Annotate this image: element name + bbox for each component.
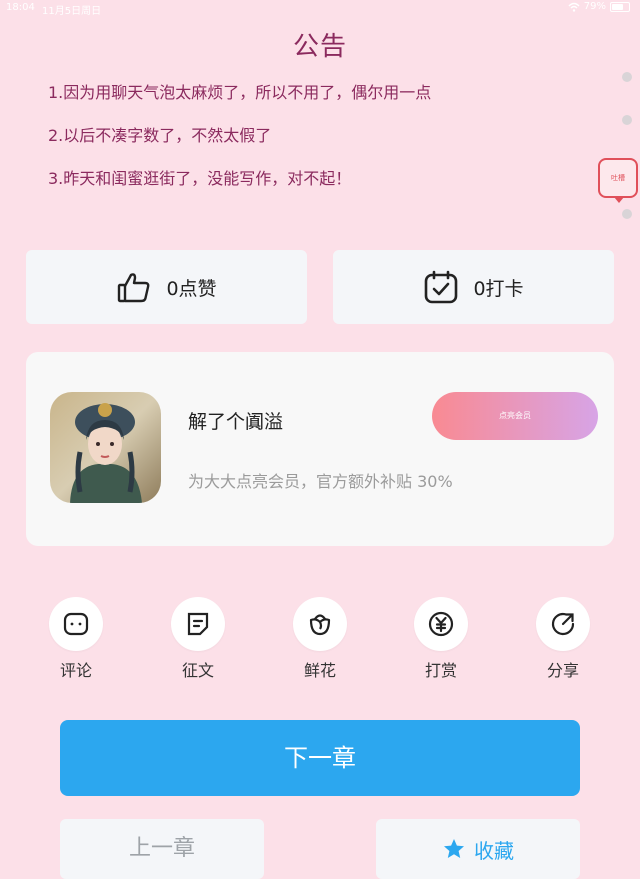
document-icon — [187, 612, 209, 636]
side-nav-dot[interactable] — [622, 115, 632, 125]
prev-chapter-button[interactable]: 上一章 — [60, 819, 264, 879]
member-card: 解了个阗溢 为大大点亮会员，官方额外补贴 30% 点亮会员 — [26, 352, 614, 546]
action-flower-label: 鲜花 — [303, 661, 336, 680]
author-name: 解了个阗溢 — [188, 411, 284, 433]
star-icon — [444, 839, 464, 858]
action-share[interactable]: 分享 — [535, 597, 591, 681]
activate-membership-button[interactable]: 点亮会员 — [432, 392, 598, 440]
status-time: 18:04 — [6, 2, 35, 13]
action-essay-label: 征文 — [181, 661, 214, 680]
side-comment-tag-label: 吐槽 — [611, 174, 625, 182]
share-icon — [551, 612, 575, 636]
favorite-button[interactable]: 收藏 — [376, 819, 580, 879]
side-comment-tag[interactable]: 吐槽 — [598, 158, 638, 203]
favorite-label: 收藏 — [474, 838, 514, 863]
author-avatar[interactable] — [50, 392, 161, 503]
action-tip-label: 打赏 — [424, 661, 457, 680]
flower-icon — [309, 614, 331, 636]
action-essay[interactable]: 征文 — [170, 597, 226, 681]
action-share-label: 分享 — [546, 661, 579, 680]
battery-percent: 79% — [583, 1, 606, 12]
calendar-check-icon — [425, 270, 458, 304]
side-nav-dot[interactable] — [622, 72, 632, 82]
action-flower[interactable]: 鲜花 — [292, 597, 348, 681]
status-right: 79% — [568, 1, 630, 12]
announcement-line: 3.昨天和闺蜜逛街了，没能写作，对不起！ — [48, 169, 352, 188]
comment-icon — [63, 612, 89, 636]
wifi-icon — [568, 2, 580, 12]
action-comment[interactable]: 评论 — [48, 597, 104, 681]
like-button[interactable]: 0点赞 — [26, 250, 307, 324]
status-bar: 18:04 11月5日周日 79% — [0, 0, 640, 17]
announcement-line: 1.因为用聊天气泡太麻烦了，所以不用了，偶尔用一点 — [48, 83, 432, 102]
action-tip-circle[interactable] — [414, 597, 468, 651]
avatar-illustration — [50, 392, 161, 503]
checkin-button[interactable]: 0打卡 — [333, 250, 614, 324]
next-chapter-button[interactable]: 下一章 — [60, 720, 580, 796]
action-essay-circle[interactable] — [171, 597, 225, 651]
side-nav-dot[interactable] — [622, 209, 632, 219]
like-count: 0点赞 — [166, 277, 217, 300]
action-comment-label: 评论 — [59, 661, 92, 680]
status-date: 11月5日周日 — [42, 6, 102, 17]
checkin-count: 0打卡 — [473, 277, 524, 300]
yen-icon — [428, 611, 454, 637]
battery-icon — [610, 1, 630, 12]
action-share-circle[interactable] — [536, 597, 590, 651]
action-comment-circle[interactable] — [49, 597, 103, 651]
announcement-line: 2.以后不凑字数了，不然太假了 — [48, 126, 272, 145]
action-tip[interactable]: 打赏 — [413, 597, 469, 681]
action-flower-circle[interactable] — [293, 597, 347, 651]
tag-pointer-icon — [614, 197, 624, 203]
member-description: 为大大点亮会员，官方额外补贴 30% — [188, 472, 453, 491]
thumbs-up-icon — [118, 273, 150, 303]
announcement-title: 公告 — [292, 32, 347, 62]
